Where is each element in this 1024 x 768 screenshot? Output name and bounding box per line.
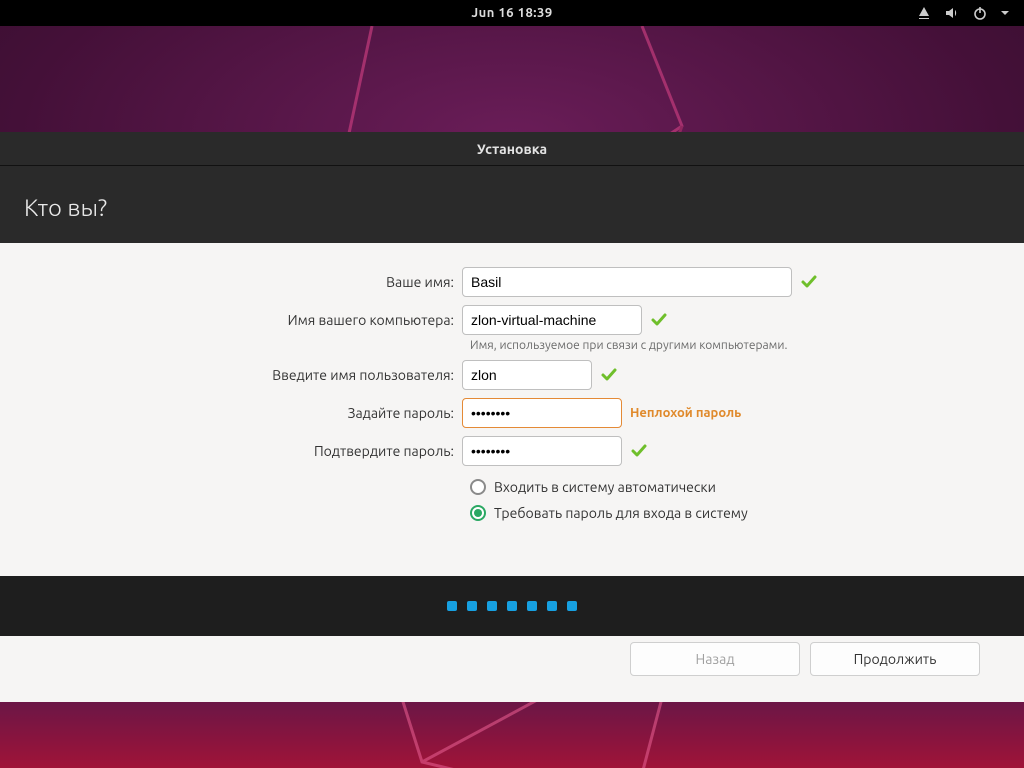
row-user: Введите имя пользователя:: [24, 360, 1000, 390]
network-icon[interactable]: [916, 5, 932, 21]
checkmark-icon: [650, 311, 668, 329]
gnome-top-panel: Jun 16 18:39: [0, 0, 1024, 26]
row-name: Ваше имя:: [24, 267, 1000, 297]
progress-dot: [447, 601, 457, 611]
password-confirm-input[interactable]: [462, 436, 622, 466]
radio-require-password-label: Требовать пароль для входа в систему: [494, 505, 748, 521]
hostname-hint: Имя, используемое при связи с другими ко…: [470, 339, 1000, 352]
checkmark-icon: [600, 366, 618, 384]
progress-dot: [467, 601, 477, 611]
row-password: Задайте пароль: Неплохой пароль: [24, 398, 1000, 428]
volume-icon[interactable]: [944, 5, 960, 21]
checkmark-icon: [630, 442, 648, 460]
back-button[interactable]: Назад: [630, 642, 800, 676]
continue-button[interactable]: Продолжить: [810, 642, 980, 676]
row-confirm: Подтвердите пароль:: [24, 436, 1000, 466]
wallpaper-bottom-strip: [0, 702, 1024, 768]
checkmark-icon: [800, 273, 818, 291]
step-heading: Кто вы?: [0, 166, 1024, 243]
progress-dot: [527, 601, 537, 611]
login-options: Входить в систему автоматически Требоват…: [470, 474, 1000, 526]
radio-auto-login-label: Входить в систему автоматически: [494, 479, 716, 495]
system-tray[interactable]: [916, 0, 1010, 26]
radio-auto-login[interactable]: Входить в систему автоматически: [470, 474, 1000, 500]
progress-dot: [487, 601, 497, 611]
label-confirm: Подтвердите пароль:: [24, 443, 462, 459]
radio-indicator: [470, 505, 486, 521]
password-strength-label: Неплохой пароль: [630, 406, 741, 420]
progress-dots: [0, 576, 1024, 636]
installer-window: Установка Кто вы? Ваше имя: Имя вашего к…: [0, 132, 1024, 702]
hostname-input[interactable]: [462, 305, 642, 335]
progress-dot: [567, 601, 577, 611]
power-icon[interactable]: [972, 5, 988, 21]
label-name: Ваше имя:: [24, 274, 462, 290]
progress-dot: [547, 601, 557, 611]
window-title: Установка: [477, 141, 547, 157]
continue-button-label: Продолжить: [854, 651, 937, 667]
username-input[interactable]: [462, 360, 592, 390]
radio-require-password[interactable]: Требовать пароль для входа в систему: [470, 500, 1000, 526]
wallpaper-shape-bottom: [302, 702, 722, 768]
back-button-label: Назад: [695, 651, 734, 667]
radio-indicator: [470, 479, 486, 495]
row-host: Имя вашего компьютера:: [24, 305, 1000, 335]
full-name-input[interactable]: [462, 267, 792, 297]
progress-dot: [507, 601, 517, 611]
label-user: Введите имя пользователя:: [24, 367, 462, 383]
dialog-footer: Назад Продолжить: [24, 628, 1000, 692]
caret-down-icon[interactable]: [1000, 8, 1010, 18]
label-password: Задайте пароль:: [24, 405, 462, 421]
password-input[interactable]: [462, 398, 622, 428]
label-host: Имя вашего компьютера:: [24, 312, 462, 328]
panel-clock: Jun 16 18:39: [471, 6, 552, 20]
window-titlebar: Установка: [0, 132, 1024, 166]
